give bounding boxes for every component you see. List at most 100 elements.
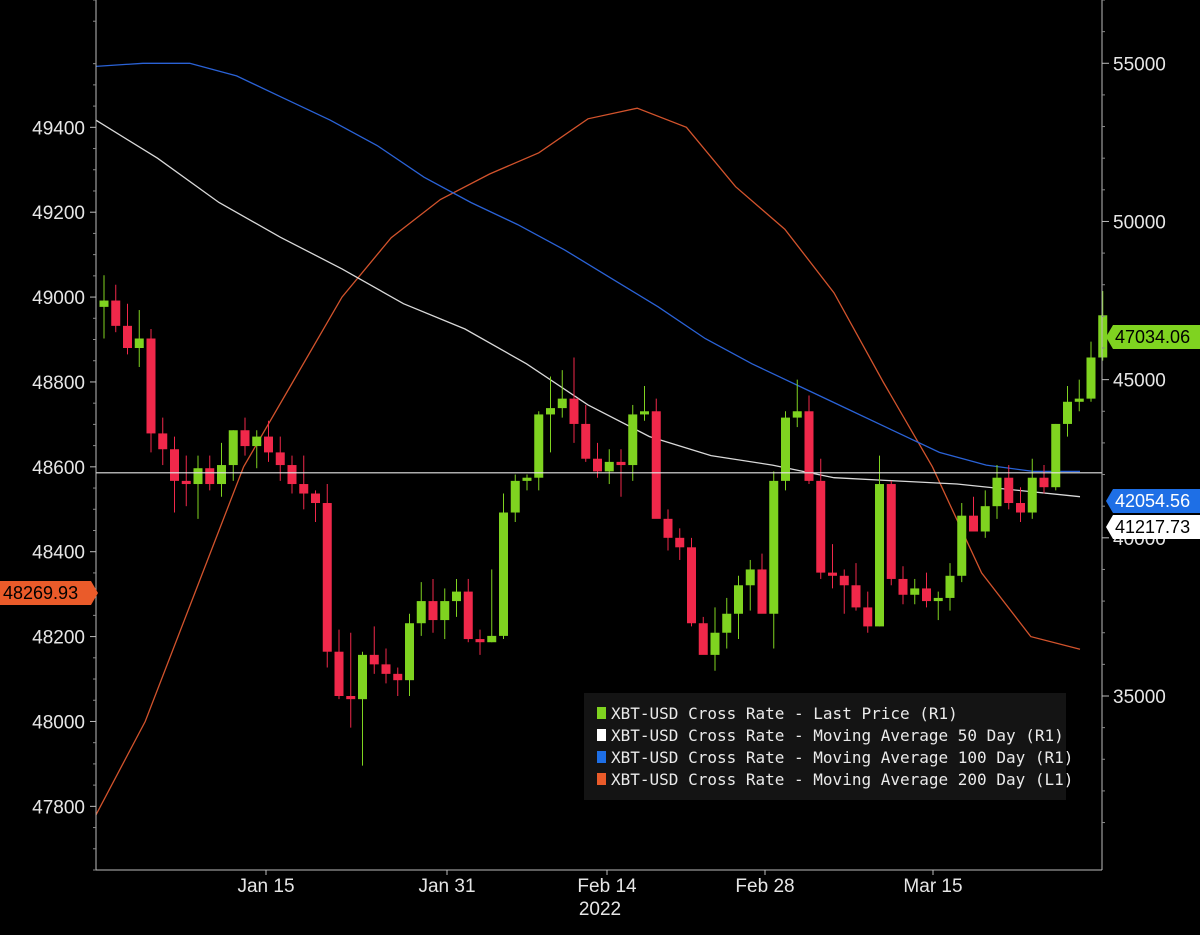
right-tick-label: 50000 xyxy=(1113,212,1166,233)
candle-body xyxy=(228,430,238,466)
candle xyxy=(581,404,591,462)
candle xyxy=(358,651,367,766)
candle xyxy=(640,385,649,421)
legend-swatch xyxy=(597,773,606,785)
candle xyxy=(264,420,273,462)
candle xyxy=(945,563,955,611)
candle xyxy=(463,578,473,643)
candle xyxy=(922,572,931,608)
right-tick-label: 35000 xyxy=(1113,687,1166,708)
candle-body xyxy=(1074,398,1084,402)
candle xyxy=(170,436,179,513)
candle-body xyxy=(980,506,990,532)
legend-swatch xyxy=(597,729,606,741)
candle-body xyxy=(111,300,121,326)
candle xyxy=(428,578,438,633)
candle xyxy=(146,329,156,453)
candle xyxy=(393,667,403,696)
candle-body xyxy=(792,411,802,418)
candle-body xyxy=(134,338,144,348)
candle-body xyxy=(311,493,320,504)
candle-body xyxy=(816,480,826,573)
candle-body xyxy=(745,569,755,586)
candle-body xyxy=(569,398,579,424)
candle-body xyxy=(1086,357,1096,399)
candle-body xyxy=(616,461,626,466)
candle-body xyxy=(146,338,156,434)
candlestick-chart: 47800 48000 48200 48400 48600 48800 49000 49200… xyxy=(0,0,1200,920)
candle-body xyxy=(663,518,673,538)
candle xyxy=(628,404,638,481)
right-tick-label: 55000 xyxy=(1113,54,1166,75)
candle-body xyxy=(1063,401,1072,424)
candle-body xyxy=(675,537,685,548)
candle xyxy=(698,616,708,655)
candle-body xyxy=(593,458,602,472)
candle-body xyxy=(264,436,273,453)
x-tick-label: Mar 15 xyxy=(903,876,962,897)
candle-body xyxy=(275,452,285,466)
candle-body xyxy=(863,607,873,627)
candle-body xyxy=(205,468,215,485)
candle-body xyxy=(886,484,896,579)
candle-body xyxy=(334,651,344,696)
candle-body xyxy=(898,578,908,595)
candle xyxy=(334,629,344,700)
candle xyxy=(851,563,861,611)
candle-body xyxy=(99,300,109,307)
candle-body xyxy=(992,477,1002,507)
candle xyxy=(898,566,908,605)
candle xyxy=(1063,385,1072,437)
candle-body xyxy=(475,639,485,643)
candle-body xyxy=(170,449,179,481)
candle xyxy=(863,591,873,633)
ma100-tag: 42054.56 xyxy=(1106,489,1200,513)
candle xyxy=(816,458,826,579)
candle xyxy=(1086,341,1096,402)
candle xyxy=(534,411,544,491)
candle-body xyxy=(1016,503,1025,513)
candle-body xyxy=(604,461,614,472)
candle-body xyxy=(710,632,720,655)
candle-body xyxy=(463,591,473,640)
candle-body xyxy=(1098,315,1108,358)
candle xyxy=(1027,458,1037,519)
candle-body xyxy=(287,465,297,485)
candle xyxy=(604,449,614,485)
right-tick-label: 45000 xyxy=(1113,371,1166,392)
x-tick-label: Jan 31 xyxy=(418,876,475,897)
candle-body xyxy=(945,575,955,598)
left-tick-label: 48600 xyxy=(32,458,85,479)
candle xyxy=(569,357,579,443)
candle xyxy=(1039,465,1049,494)
candle xyxy=(510,474,520,522)
candle xyxy=(722,597,732,649)
candle-body xyxy=(322,503,332,652)
left-tick-label: 48200 xyxy=(32,628,85,649)
candle-body xyxy=(346,696,356,700)
candle-body xyxy=(687,547,696,624)
candle-body xyxy=(1004,477,1014,504)
candle xyxy=(1074,379,1084,412)
legend-swatch xyxy=(597,707,606,719)
candle xyxy=(475,629,485,655)
x-axis: 2022 Jan 15 Jan 31 Feb 14 Feb 28 Mar 15 xyxy=(237,870,963,920)
candle-body xyxy=(757,569,767,614)
legend-swatch xyxy=(597,751,606,763)
candle-body xyxy=(722,613,732,633)
candle xyxy=(522,474,532,491)
candle-body xyxy=(393,673,403,681)
candle xyxy=(322,484,332,668)
candle-body xyxy=(405,623,414,681)
candle xyxy=(452,578,461,617)
left-tick-label: 47800 xyxy=(32,797,85,818)
last-price-tag: 47034.06 xyxy=(1106,325,1200,349)
candle xyxy=(980,490,990,538)
x-axis-year-label: 2022 xyxy=(579,899,621,920)
right-y-axis: 3500040000450005000055000 xyxy=(1102,0,1166,824)
candle xyxy=(381,648,391,684)
candle-body xyxy=(769,480,779,614)
ma50-tag: 41217.73 xyxy=(1106,515,1200,539)
candle-body xyxy=(957,515,967,576)
candle-body xyxy=(510,480,520,513)
